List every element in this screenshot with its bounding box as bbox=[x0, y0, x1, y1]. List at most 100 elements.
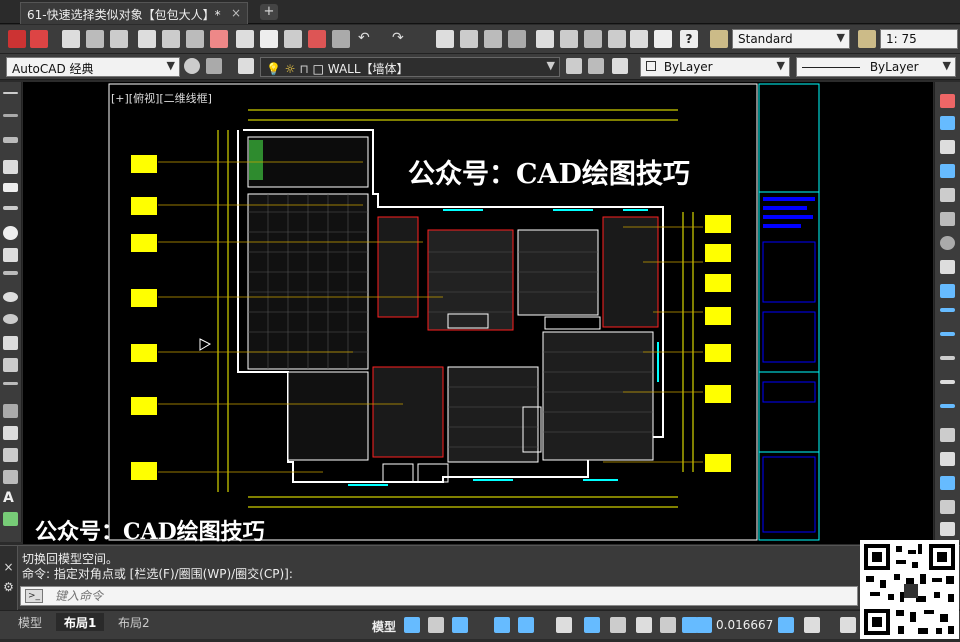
polar-icon[interactable] bbox=[452, 617, 468, 633]
close-icon[interactable]: × bbox=[0, 560, 17, 574]
zoom-window-icon[interactable] bbox=[484, 30, 502, 48]
object-snap-icon[interactable] bbox=[494, 617, 510, 633]
command-input[interactable] bbox=[55, 588, 845, 604]
print-icon[interactable] bbox=[138, 30, 156, 48]
tab-model[interactable]: 模型 bbox=[10, 613, 50, 631]
draworder-icon[interactable] bbox=[940, 522, 955, 536]
blend-curves-icon[interactable] bbox=[940, 476, 955, 490]
rectangle-icon[interactable] bbox=[3, 183, 18, 192]
gear-icon[interactable] bbox=[804, 617, 820, 633]
lineweight-icon[interactable] bbox=[556, 617, 572, 633]
redo-icon[interactable]: ↷ bbox=[392, 30, 410, 48]
stretch-icon[interactable] bbox=[940, 284, 955, 298]
zoom-realtime-icon[interactable] bbox=[460, 30, 478, 48]
tab-layout2[interactable]: 布局2 bbox=[110, 613, 158, 631]
fillet-icon[interactable] bbox=[940, 452, 955, 466]
zoom-previous-icon[interactable] bbox=[508, 30, 526, 48]
block-editor-icon[interactable] bbox=[332, 30, 350, 48]
linetype-dropdown[interactable]: ByLayer ▼ bbox=[796, 57, 956, 77]
design-center-icon[interactable] bbox=[560, 30, 578, 48]
make-current-icon[interactable] bbox=[566, 58, 582, 74]
rotate-icon[interactable] bbox=[940, 236, 955, 250]
document-tab[interactable]: 61-快速选择类似对象【包包大人】* × bbox=[20, 2, 248, 24]
break-icon[interactable] bbox=[940, 380, 955, 384]
layer-dropdown[interactable]: 💡 ☼ ⊓ □ WALL【墙体】 ▼ bbox=[260, 57, 560, 77]
wrench-icon[interactable]: ⚙ bbox=[0, 580, 17, 594]
table-icon[interactable] bbox=[3, 470, 18, 484]
ellipse-icon[interactable] bbox=[3, 292, 18, 302]
workspace-dropdown[interactable]: AutoCAD 经典 ▼ bbox=[6, 57, 180, 77]
extend-icon[interactable] bbox=[940, 332, 955, 336]
offset-icon[interactable] bbox=[940, 164, 955, 178]
viewport-scale-sync-icon[interactable] bbox=[778, 617, 794, 633]
annotation-auto-scale-icon[interactable] bbox=[660, 617, 676, 633]
polygon-icon[interactable] bbox=[3, 160, 18, 174]
insert-block-icon[interactable] bbox=[3, 336, 18, 350]
print-preview-icon[interactable] bbox=[162, 30, 180, 48]
match-properties-icon[interactable] bbox=[308, 30, 326, 48]
plot-icon[interactable] bbox=[210, 30, 228, 48]
pan-hand-icon[interactable] bbox=[436, 30, 454, 48]
multiline-text-icon[interactable]: A bbox=[3, 490, 18, 506]
object-snap-tracking-icon[interactable] bbox=[518, 617, 534, 633]
workspace-settings-icon[interactable] bbox=[206, 58, 222, 74]
command-prompt-icon[interactable]: >_ bbox=[25, 589, 43, 603]
trim-icon[interactable] bbox=[940, 308, 955, 312]
calculator-icon[interactable] bbox=[654, 30, 672, 48]
revision-cloud-icon[interactable] bbox=[3, 248, 18, 262]
join-icon[interactable] bbox=[940, 404, 955, 408]
annotation-visibility-icon[interactable] bbox=[636, 617, 652, 633]
tab-layout1[interactable]: 布局1 bbox=[56, 613, 105, 631]
close-icon[interactable]: × bbox=[231, 6, 241, 20]
mirror-icon[interactable] bbox=[940, 140, 955, 154]
app-icon[interactable] bbox=[8, 30, 26, 48]
paste-icon[interactable] bbox=[284, 30, 302, 48]
customization-icon[interactable] bbox=[840, 617, 856, 633]
ortho-icon[interactable] bbox=[428, 617, 444, 633]
circle-icon[interactable] bbox=[3, 226, 18, 240]
undo-icon[interactable]: ↶ bbox=[358, 30, 376, 48]
grid-icon[interactable] bbox=[404, 617, 420, 633]
save-icon[interactable] bbox=[110, 30, 128, 48]
layer-state-icon[interactable] bbox=[612, 58, 628, 74]
scale-dropdown[interactable]: 1: 75 bbox=[880, 29, 958, 49]
line-icon[interactable] bbox=[3, 92, 18, 94]
copy-icon[interactable] bbox=[260, 30, 278, 48]
chamfer-icon[interactable] bbox=[940, 428, 955, 442]
help-icon[interactable]: ? bbox=[680, 30, 698, 48]
dimension-style-icon[interactable] bbox=[858, 30, 876, 48]
new-tab-button[interactable]: + bbox=[260, 4, 278, 20]
hatch-icon[interactable] bbox=[3, 404, 18, 418]
polyline-icon[interactable] bbox=[3, 137, 18, 143]
point-icon[interactable] bbox=[3, 382, 18, 385]
markup-icon[interactable] bbox=[630, 30, 648, 48]
break-at-point-icon[interactable] bbox=[940, 356, 955, 360]
cut-icon[interactable] bbox=[236, 30, 254, 48]
region-icon[interactable] bbox=[3, 448, 18, 462]
selection-cycling-icon[interactable] bbox=[610, 617, 626, 633]
annotation-scale-value[interactable]: 0.016667 bbox=[716, 618, 773, 632]
pdf-icon[interactable] bbox=[30, 30, 48, 48]
scale-icon[interactable] bbox=[940, 260, 955, 274]
array-icon[interactable] bbox=[940, 188, 955, 202]
construction-line-icon[interactable] bbox=[3, 114, 18, 117]
add-selected-icon[interactable] bbox=[3, 512, 18, 526]
explode-icon[interactable] bbox=[940, 500, 955, 514]
gradient-icon[interactable] bbox=[3, 426, 18, 440]
color-dropdown[interactable]: ByLayer ▼ bbox=[640, 57, 790, 77]
tool-palettes-icon[interactable] bbox=[584, 30, 602, 48]
properties-icon[interactable] bbox=[536, 30, 554, 48]
publish-icon[interactable] bbox=[186, 30, 204, 48]
copy-object-icon[interactable] bbox=[940, 116, 955, 130]
viewport-label[interactable]: [+][俯视][二维线框] bbox=[111, 90, 212, 106]
command-line[interactable]: >_ bbox=[20, 586, 858, 606]
text-style-icon[interactable] bbox=[710, 30, 728, 48]
ellipse-arc-icon[interactable] bbox=[3, 314, 18, 324]
layer-previous-icon[interactable] bbox=[588, 58, 604, 74]
sheet-set-icon[interactable] bbox=[608, 30, 626, 48]
text-style-dropdown[interactable]: Standard ▼ bbox=[732, 29, 850, 49]
scale-lock-icon[interactable] bbox=[696, 617, 712, 633]
erase-icon[interactable] bbox=[940, 94, 955, 108]
model-space-toggle[interactable]: 模型 bbox=[372, 618, 396, 635]
transparency-icon[interactable] bbox=[584, 617, 600, 633]
